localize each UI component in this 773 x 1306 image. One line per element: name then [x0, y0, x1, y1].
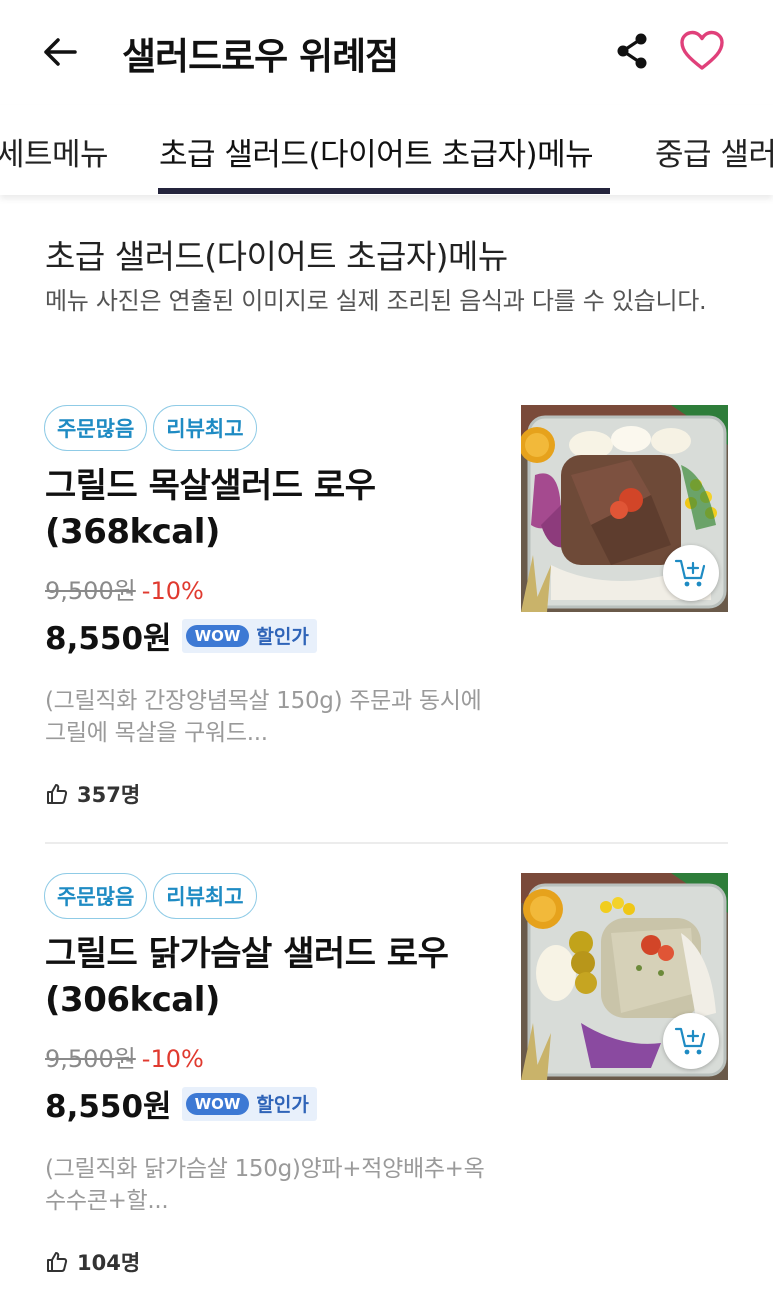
badge-group: 주문많음 리뷰최고 — [44, 405, 257, 451]
add-to-cart-button[interactable] — [663, 1013, 719, 1069]
tab-beginner-salad[interactable]: 초급 샐러드(다이어트 초급자)메뉴 — [159, 129, 594, 174]
section-title: 초급 샐러드(다이어트 초급자)메뉴 — [45, 237, 508, 276]
category-tabs: 세트메뉴 초급 샐러드(다이어트 초급자)메뉴 중급 샐러 — [0, 105, 773, 195]
favorite-button[interactable] — [676, 26, 728, 76]
badge-popular: 주문많음 — [44, 405, 148, 451]
top-bar: 샐러드로우 위례점 — [0, 0, 773, 105]
badge-top-review: 리뷰최고 — [153, 405, 257, 451]
thumbs-up-icon — [47, 784, 68, 804]
wow-discount-tag: WOW 할인가 — [181, 1086, 317, 1121]
menu-description: (그릴직화 닭가슴살 150g)양파+적양배추+옥수수콘+할... — [45, 1156, 485, 1214]
tab-set-menu[interactable]: 세트메뉴 — [0, 129, 109, 174]
discount-rate: -10% — [141, 1045, 204, 1073]
price-row: 8,550원 WOW 할인가 — [45, 1081, 317, 1126]
back-arrow-icon — [44, 38, 77, 66]
menu-name: 그릴드 목살샐러드 로우(368kcal) — [45, 466, 376, 552]
discount-rate: -10% — [141, 577, 204, 605]
original-price: 9,500원 — [45, 577, 136, 605]
active-tab-indicator — [158, 188, 610, 194]
wow-discount-label: 할인가 — [256, 626, 309, 648]
original-price-row: 9,500원 -10% — [45, 571, 204, 606]
original-price-row: 9,500원 -10% — [45, 1039, 204, 1074]
like-count[interactable]: 357명 — [45, 779, 140, 809]
price-row: 8,550원 WOW 할인가 — [45, 613, 317, 658]
item-divider — [45, 842, 728, 844]
menu-item[interactable]: 주문많음 리뷰최고 그릴드 닭가슴살 샐러드 로우(306kcal) 9,500… — [0, 873, 773, 1306]
wow-discount-label: 할인가 — [256, 1094, 309, 1116]
share-button[interactable] — [610, 28, 654, 74]
badge-top-review: 리뷰최고 — [153, 873, 257, 919]
heart-icon — [680, 30, 724, 70]
wow-badge: WOW — [185, 624, 250, 647]
thumbs-up-icon — [47, 1252, 68, 1272]
like-count-text: 104명 — [77, 1251, 141, 1275]
menu-description: (그릴직화 간장양념목살 150g) 주문과 동시에 그릴에 목살을 구워드..… — [45, 688, 482, 746]
badge-group: 주문많음 리뷰최고 — [44, 873, 257, 919]
like-count-text: 357명 — [77, 783, 141, 807]
add-cart-icon — [674, 559, 706, 587]
wow-badge: WOW — [185, 1092, 250, 1115]
back-button[interactable] — [38, 32, 82, 72]
original-price: 9,500원 — [45, 1045, 136, 1073]
add-cart-icon — [674, 1027, 706, 1055]
menu-item[interactable]: 주문많음 리뷰최고 그릴드 목살샐러드 로우(368kcal) 9,500원 -1… — [0, 405, 773, 845]
tab-intermediate-salad[interactable]: 중급 샐러 — [655, 129, 773, 174]
store-title: 샐러드로우 위례점 — [122, 35, 399, 78]
wow-discount-tag: WOW 할인가 — [181, 618, 317, 653]
like-count[interactable]: 104명 — [45, 1247, 140, 1277]
sale-price: 8,550원 — [45, 621, 172, 657]
sale-price: 8,550원 — [45, 1089, 172, 1125]
share-icon — [617, 33, 647, 69]
section-description: 메뉴 사진은 연출된 이미지로 실제 조리된 음식과 다를 수 있습니다. — [45, 287, 707, 315]
add-to-cart-button[interactable] — [663, 545, 719, 601]
menu-name: 그릴드 닭가슴살 샐러드 로우(306kcal) — [45, 934, 449, 1020]
badge-popular: 주문많음 — [44, 873, 148, 919]
